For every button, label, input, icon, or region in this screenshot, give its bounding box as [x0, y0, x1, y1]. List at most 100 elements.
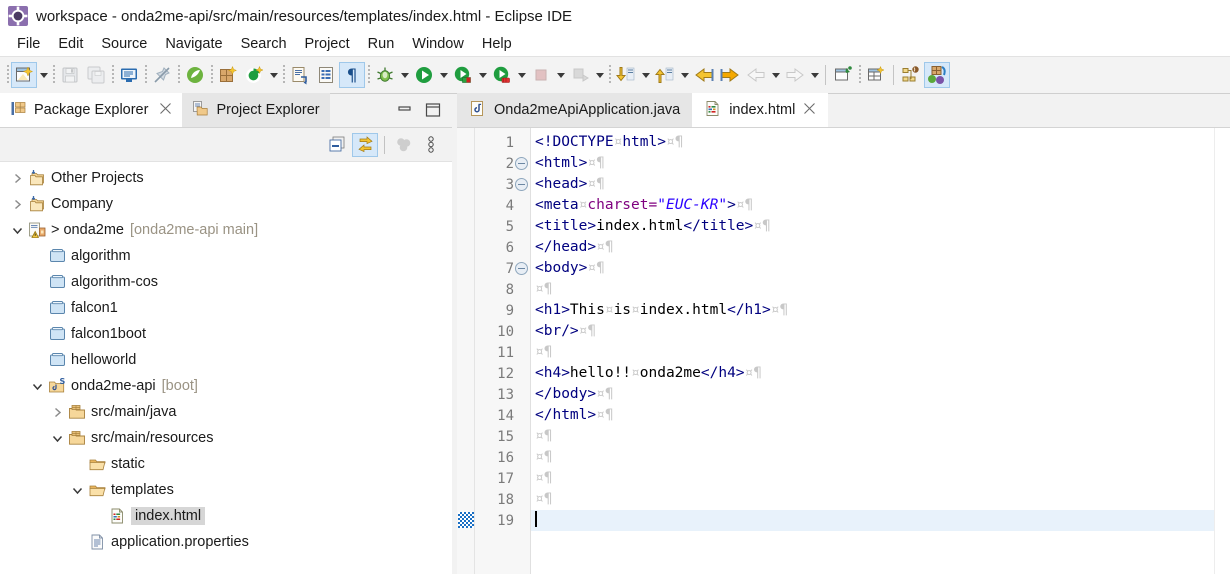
run-as-server-button[interactable]: [450, 62, 476, 88]
coverage-dropdown-arrow[interactable]: [515, 62, 528, 88]
line-number-ruler[interactable]: 1 2 3 4 5 6 7 8 9 10 11 12 13 14 15 16 17 18 19: [475, 128, 531, 574]
menu-source[interactable]: Source: [92, 34, 156, 54]
source-editor[interactable]: 1 2 3 4 5 6 7 8 9 10 11 12 13 14 15 16 17 18 19 <!DOCTYPE¤…: [457, 128, 1230, 574]
save-button[interactable]: [57, 62, 83, 88]
view-tab-project-explorer[interactable]: Project Explorer: [182, 93, 330, 127]
editor-tab-index-html[interactable]: index.html: [692, 93, 829, 127]
new-package-button[interactable]: [215, 62, 241, 88]
step-into-dropdown-arrow[interactable]: [639, 62, 652, 88]
code-line[interactable]: [531, 510, 1214, 531]
tree-item-onda2me[interactable]: > onda2me [onda2me-api main]: [0, 217, 452, 243]
relaunch-button[interactable]: [567, 62, 593, 88]
fold-collapse-icon[interactable]: [515, 157, 528, 170]
code-line[interactable]: <body>¤¶: [531, 258, 1214, 279]
external-tools-dropdown-arrow[interactable]: [267, 62, 280, 88]
chevron-down-icon[interactable]: [48, 433, 66, 444]
menu-search[interactable]: Search: [232, 34, 296, 54]
fold-collapse-icon[interactable]: [515, 178, 528, 191]
link-with-editor-button[interactable]: [352, 132, 378, 157]
back-button[interactable]: [691, 62, 717, 88]
forward-button[interactable]: [717, 62, 743, 88]
chevron-right-icon[interactable]: [8, 173, 26, 184]
code-line[interactable]: ¤¶: [531, 489, 1214, 510]
project-tree[interactable]: Other Projects Company > onda2me [onda2me-a…: [0, 162, 452, 574]
run-dropdown-arrow[interactable]: [437, 62, 450, 88]
tree-item-application-properties[interactable]: application.properties: [0, 529, 452, 555]
external-tools-button[interactable]: [241, 62, 267, 88]
code-line[interactable]: ¤¶: [531, 279, 1214, 300]
next-annotation-dropdown-arrow[interactable]: [808, 62, 821, 88]
tree-item-onda2me-api[interactable]: Sonda2me-api [boot]: [0, 373, 452, 399]
open-type-button[interactable]: [313, 62, 339, 88]
previous-annotation-dropdown-arrow[interactable]: [769, 62, 782, 88]
pin-off-icon-button[interactable]: [149, 62, 175, 88]
menu-run[interactable]: Run: [359, 34, 404, 54]
tree-item-other-projects[interactable]: Other Projects: [0, 165, 452, 191]
tree-item-templates[interactable]: templates: [0, 477, 452, 503]
step-into-button[interactable]: [613, 62, 639, 88]
show-whitespace-button[interactable]: ¶: [339, 62, 365, 88]
tree-item-src-main-java[interactable]: src/main/java: [0, 399, 452, 425]
editor-tab-onda2meapiapplication-java[interactable]: Onda2meApiApplication.java: [457, 93, 693, 127]
open-console-button[interactable]: [116, 62, 142, 88]
view-tab-package-explorer[interactable]: Package Explorer: [0, 93, 183, 127]
focus-on-active-task-button[interactable]: [390, 133, 416, 157]
step-return-button[interactable]: [652, 62, 678, 88]
save-all-button[interactable]: [83, 62, 109, 88]
code-line[interactable]: ¤¶: [531, 447, 1214, 468]
code-line[interactable]: <h4>hello!!¤onda2me</h4>¤¶: [531, 363, 1214, 384]
tree-item-company[interactable]: Company: [0, 191, 452, 217]
tree-item-algorithm[interactable]: algorithm: [0, 243, 452, 269]
code-line[interactable]: <!DOCTYPE¤html>¤¶: [531, 132, 1214, 153]
new-wizard-dropdown-arrow[interactable]: [37, 62, 50, 88]
stop-button[interactable]: [528, 62, 554, 88]
new-window-button[interactable]: [830, 62, 856, 88]
code-line[interactable]: <h1>This¤is¤index.html</h1>¤¶: [531, 300, 1214, 321]
code-line[interactable]: ¤¶: [531, 468, 1214, 489]
code-line[interactable]: <meta¤charset="EUC-KR">¤¶: [531, 195, 1214, 216]
tree-item-helloworld[interactable]: helloworld: [0, 347, 452, 373]
close-icon[interactable]: [803, 102, 816, 119]
code-line[interactable]: <head>¤¶: [531, 174, 1214, 195]
code-line[interactable]: </body>¤¶: [531, 384, 1214, 405]
code-line[interactable]: ¤¶: [531, 342, 1214, 363]
collapse-all-button[interactable]: [324, 133, 350, 157]
spring-perspective-button[interactable]: [924, 62, 950, 88]
minimize-icon[interactable]: [396, 102, 414, 123]
close-icon[interactable]: [159, 102, 172, 119]
menu-help[interactable]: Help: [473, 34, 521, 54]
menu-project[interactable]: Project: [296, 34, 359, 54]
code-line[interactable]: <br/>¤¶: [531, 321, 1214, 342]
coverage-button[interactable]: [489, 62, 515, 88]
tree-item-src-main-resources[interactable]: src/main/resources: [0, 425, 452, 451]
maximize-icon[interactable]: [424, 102, 442, 123]
step-return-dropdown-arrow[interactable]: [678, 62, 691, 88]
next-annotation-button[interactable]: [782, 62, 808, 88]
code-line[interactable]: </html>¤¶: [531, 405, 1214, 426]
code-text-area[interactable]: <!DOCTYPE¤html>¤¶ <html>¤¶ <head>¤¶ <meta¤c…: [531, 128, 1214, 574]
spring-leaf-icon-button[interactable]: [182, 62, 208, 88]
menu-navigate[interactable]: Navigate: [156, 34, 231, 54]
tree-item-algorithm-cos[interactable]: algorithm-cos: [0, 269, 452, 295]
relaunch-dropdown-arrow[interactable]: [593, 62, 606, 88]
tree-item-falcon1boot[interactable]: falcon1boot: [0, 321, 452, 347]
java-perspective-button[interactable]: [898, 62, 924, 88]
debug-dropdown-arrow[interactable]: [398, 62, 411, 88]
tree-item-falcon1[interactable]: falcon1: [0, 295, 452, 321]
chevron-down-icon[interactable]: [68, 485, 86, 496]
run-as-server-dropdown-arrow[interactable]: [476, 62, 489, 88]
new-editor-button[interactable]: [863, 62, 889, 88]
code-line[interactable]: <html>¤¶: [531, 153, 1214, 174]
annotation-ruler[interactable]: [457, 128, 475, 574]
debug-button[interactable]: [372, 62, 398, 88]
tree-item-static[interactable]: static: [0, 451, 452, 477]
view-menu-button[interactable]: [418, 133, 444, 157]
chevron-right-icon[interactable]: [48, 407, 66, 418]
changed-line-marker[interactable]: [458, 512, 474, 528]
chevron-down-icon[interactable]: [8, 225, 26, 236]
menu-window[interactable]: Window: [403, 34, 473, 54]
new-wizard-button[interactable]: [11, 62, 37, 88]
fold-collapse-icon[interactable]: [515, 262, 528, 275]
open-task-button[interactable]: [287, 62, 313, 88]
chevron-down-icon[interactable]: [28, 381, 46, 392]
